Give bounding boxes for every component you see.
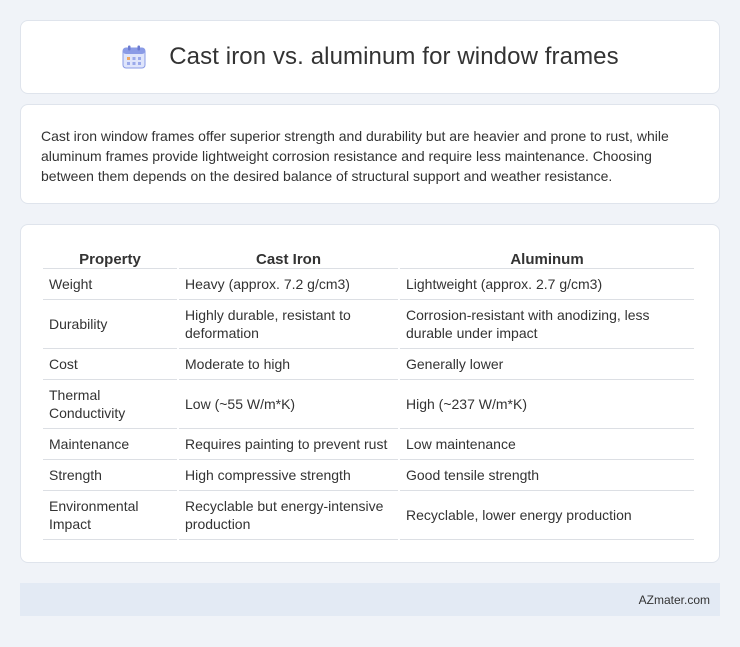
table-cell: Highly durable, resistant to deformation [179,300,398,349]
table-cell: Recyclable but energy-intensive producti… [179,491,398,540]
table-cell: Durability [43,300,177,349]
table-cell: Recyclable, lower energy production [400,491,694,540]
table-cell: Low (~55 W/m*K) [179,380,398,429]
table-row: Strength High compressive strength Good … [43,460,694,491]
summary-text: Cast iron window frames offer superior s… [41,128,669,184]
page-title: Cast iron vs. aluminum for window frames [169,43,619,70]
table-row: Thermal Conductivity Low (~55 W/m*K) Hig… [43,380,694,429]
table-cell: Requires painting to prevent rust [179,429,398,460]
table-cell: Generally lower [400,349,694,380]
table-cell: Good tensile strength [400,460,694,491]
table-cell: Weight [43,269,177,300]
summary-card: Cast iron window frames offer superior s… [20,104,720,204]
table-cell: Environmental Impact [43,491,177,540]
table-cell: High (~237 W/m*K) [400,380,694,429]
comparison-table-card: Property Cast Iron Aluminum Weight Heavy… [20,224,720,563]
table-row: Weight Heavy (approx. 7.2 g/cm3) Lightwe… [43,269,694,300]
table-header-row: Property Cast Iron Aluminum [43,247,694,269]
table-row: Durability Highly durable, resistant to … [43,300,694,349]
comparison-table: Property Cast Iron Aluminum Weight Heavy… [41,247,696,540]
table-cell: High compressive strength [179,460,398,491]
table-cell: Strength [43,460,177,491]
calendar-icon [121,44,147,70]
header-cast-iron: Cast Iron [179,247,398,269]
table-cell: Corrosion-resistant with anodizing, less… [400,300,694,349]
table-row: Maintenance Requires painting to prevent… [43,429,694,460]
table-cell: Lightweight (approx. 2.7 g/cm3) [400,269,694,300]
table-cell: Cost [43,349,177,380]
title-card: Cast iron vs. aluminum for window frames [20,20,720,94]
table-cell: Thermal Conductivity [43,380,177,429]
header-aluminum: Aluminum [400,247,694,269]
table-cell: Maintenance [43,429,177,460]
table-cell: Heavy (approx. 7.2 g/cm3) [179,269,398,300]
table-row: Environmental Impact Recyclable but ener… [43,491,694,540]
footer: AZmater.com [20,583,720,616]
table-row: Cost Moderate to high Generally lower [43,349,694,380]
header-property: Property [43,247,177,269]
footer-brand[interactable]: AZmater.com [639,593,710,607]
table-cell: Low maintenance [400,429,694,460]
table-cell: Moderate to high [179,349,398,380]
